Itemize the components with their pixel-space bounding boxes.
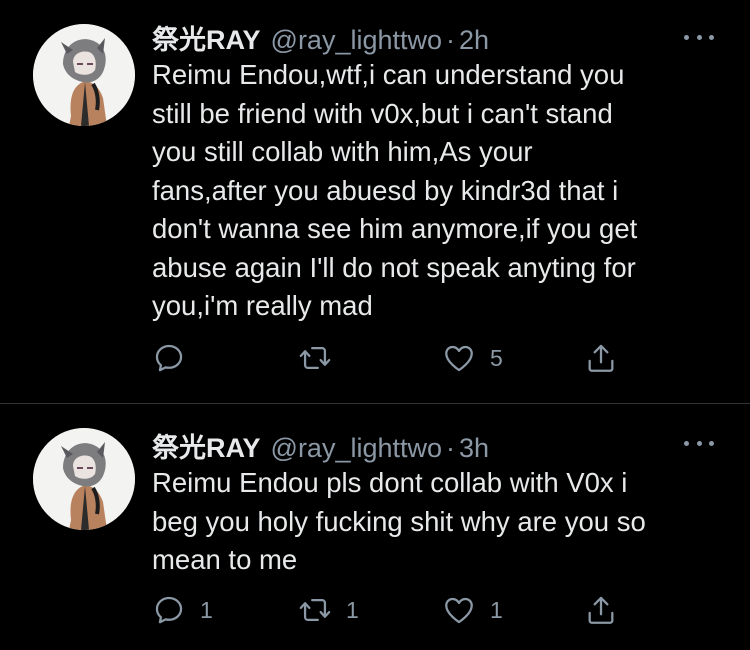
tweet[interactable]: 祭光RAY @ray_lighttwo · 2h Reimu Endou,wtf…	[0, 0, 750, 404]
retweet-count: 1	[346, 596, 359, 623]
timestamp[interactable]: 3h	[459, 433, 489, 464]
reply-button[interactable]: 1	[152, 590, 213, 630]
share-button[interactable]	[584, 590, 618, 630]
heart-icon	[445, 345, 473, 372]
more-icon[interactable]	[684, 438, 714, 448]
retweet-icon	[299, 346, 331, 370]
display-name[interactable]: 祭光RAY	[152, 426, 261, 465]
user-handle[interactable]: @ray_lighttwo	[271, 25, 442, 56]
avatar-image	[33, 428, 135, 530]
tweet-text: Reimu Endou pls dont collab with V0x i b…	[152, 467, 646, 575]
avatar-image	[33, 24, 135, 126]
retweet-button[interactable]: 1	[298, 590, 359, 630]
timestamp[interactable]: 2h	[459, 25, 489, 56]
reply-icon	[155, 344, 183, 372]
separator-dot: ·	[446, 25, 456, 55]
tweet-actions: 1 1 1	[152, 590, 632, 630]
like-button[interactable]: 5	[442, 338, 503, 378]
like-button[interactable]: 1	[442, 590, 503, 630]
like-count: 5	[490, 344, 503, 371]
reply-button[interactable]	[152, 338, 200, 378]
user-handle[interactable]: @ray_lighttwo	[271, 433, 442, 464]
share-icon	[588, 596, 614, 624]
reply-count: 1	[200, 596, 213, 623]
reply-icon	[155, 596, 183, 624]
tweet-header: 祭光RAY @ray_lighttwo · 2h	[152, 18, 489, 55]
more-icon[interactable]	[684, 32, 714, 42]
share-icon	[588, 344, 614, 372]
avatar[interactable]	[33, 428, 135, 530]
tweet-header: 祭光RAY @ray_lighttwo · 3h	[152, 426, 489, 463]
share-button[interactable]	[584, 338, 618, 378]
tweet-text: Reimu Endou,wtf,i can understand you sti…	[152, 59, 638, 321]
heart-icon	[445, 597, 473, 624]
separator-dot: ·	[446, 433, 456, 463]
retweet-button[interactable]	[298, 338, 346, 378]
retweet-icon	[299, 598, 331, 622]
display-name[interactable]: 祭光RAY	[152, 18, 261, 57]
avatar[interactable]	[33, 24, 135, 126]
tweet[interactable]: 祭光RAY @ray_lighttwo · 3h Reimu Endou pls…	[0, 404, 750, 650]
tweet-actions: 5	[152, 338, 632, 378]
like-count: 1	[490, 596, 503, 623]
